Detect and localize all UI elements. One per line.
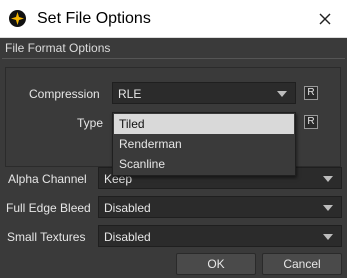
- chevron-down-icon: [323, 176, 333, 182]
- type-label: Type: [77, 116, 104, 130]
- compression-label: Compression: [29, 87, 100, 101]
- small-textures-select[interactable]: Disabled: [98, 225, 342, 247]
- close-icon[interactable]: [311, 5, 339, 33]
- type-option-scanline[interactable]: Scanline: [114, 154, 294, 174]
- full-edge-bleed-value: Disabled: [104, 201, 151, 215]
- full-edge-bleed-label: Full Edge Bleed: [6, 201, 91, 215]
- section-title: File Format Options: [5, 41, 111, 55]
- title-bar: Set File Options: [0, 0, 347, 38]
- chevron-down-icon: [323, 234, 333, 240]
- compression-value: RLE: [118, 87, 142, 101]
- alpha-channel-label: Alpha Channel: [8, 172, 87, 186]
- small-textures-value: Disabled: [104, 230, 151, 244]
- compression-reset-button[interactable]: R: [304, 86, 318, 100]
- app-logo-icon: [8, 9, 27, 28]
- window-title: Set File Options: [37, 10, 151, 27]
- full-edge-bleed-select[interactable]: Disabled: [98, 196, 342, 218]
- small-textures-label: Small Textures: [7, 230, 86, 244]
- type-dropdown-list: Tiled Renderman Scanline: [112, 112, 296, 176]
- dialog-content: File Format Options Compression RLE R Ty…: [0, 38, 347, 278]
- compression-select[interactable]: RLE: [112, 82, 296, 104]
- type-option-tiled[interactable]: Tiled: [114, 114, 294, 134]
- chevron-down-icon: [323, 205, 333, 211]
- type-reset-button[interactable]: R: [304, 115, 318, 129]
- dialog-window: Set File Options File Format Options Com…: [0, 0, 347, 278]
- section-divider: [2, 58, 345, 59]
- chevron-down-icon: [277, 91, 287, 97]
- type-option-renderman[interactable]: Renderman: [114, 134, 294, 154]
- ok-button[interactable]: OK: [176, 253, 256, 275]
- cancel-button[interactable]: Cancel: [262, 253, 342, 275]
